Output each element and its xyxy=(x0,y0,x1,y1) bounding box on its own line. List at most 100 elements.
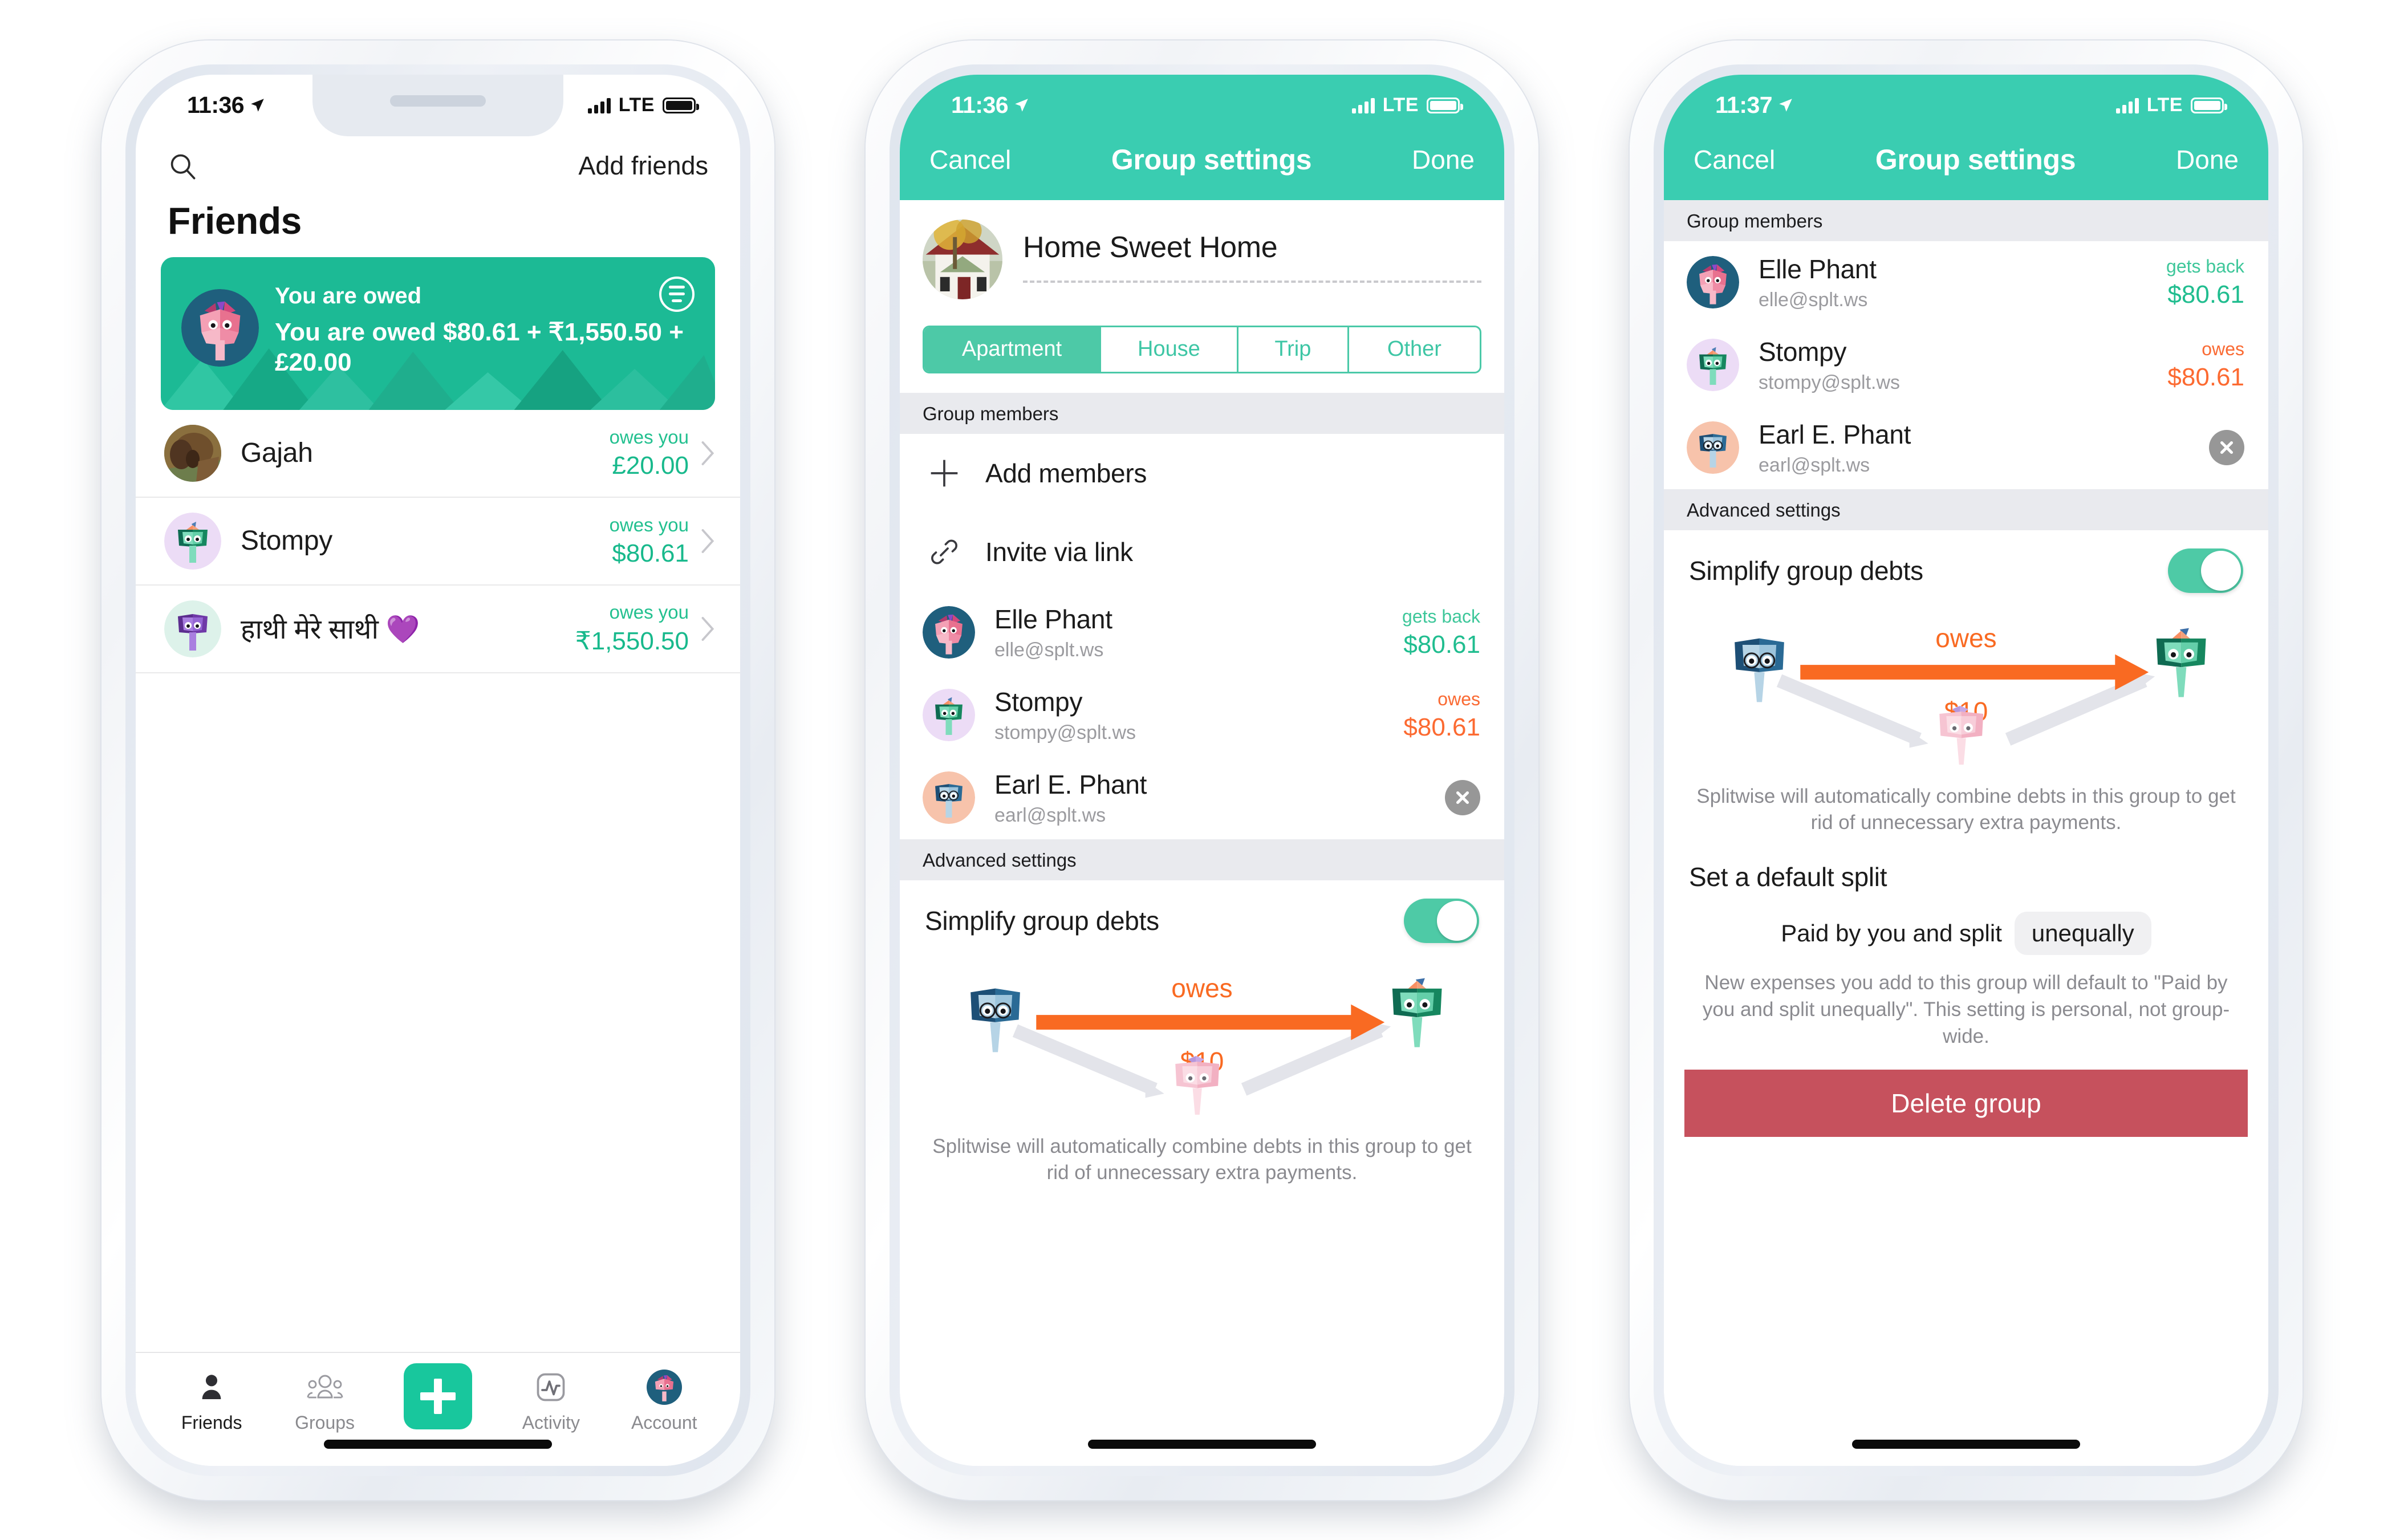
status-bar: 11:36 LTE xyxy=(136,75,740,136)
member-row-elle[interactable]: Elle Phant elle@splt.ws gets back $80.61 xyxy=(1664,241,2268,324)
member-email: elle@splt.ws xyxy=(1759,289,1868,311)
member-balance: gets back $80.61 xyxy=(1402,606,1480,659)
member-name: Elle Phant xyxy=(1759,254,1877,284)
friend-name: Gajah xyxy=(241,438,313,468)
tab-add-expense[interactable] xyxy=(384,1363,492,1429)
stompy-avatar-icon xyxy=(1687,339,1739,391)
member-row-stompy[interactable]: Stompy stompy@splt.ws owes $80.61 xyxy=(900,673,1504,757)
member-email: stompy@splt.ws xyxy=(1759,371,1901,393)
stompy-avatar-icon xyxy=(164,512,221,570)
tab-activity[interactable]: Activity xyxy=(497,1366,605,1433)
debt-simplification-diagram: owes $10 xyxy=(940,959,1464,1124)
member-name: Stompy xyxy=(994,686,1083,717)
signal-bars-icon xyxy=(587,97,611,113)
delete-group-button[interactable]: Delete group xyxy=(1684,1069,2248,1137)
simplify-debts-label: Simplify group debts xyxy=(925,905,1159,936)
page-title: Friends xyxy=(168,199,302,242)
plus-icon[interactable] xyxy=(403,1363,472,1429)
member-row-earl[interactable]: Earl E. Phant earl@splt.ws xyxy=(900,756,1504,839)
phone-bezel: 11:36 LTE Cancel Group settings Done Hom… xyxy=(890,64,1514,1476)
invite-link-label: Invite via link xyxy=(985,537,1133,567)
segment-trip[interactable]: Trip xyxy=(1238,327,1349,372)
member-info: Earl E. Phant earl@splt.ws xyxy=(1759,419,2209,477)
member-balance: owes $80.61 xyxy=(2167,339,2244,392)
toggle-knob xyxy=(1437,900,1477,941)
friend-balance: owes you £20.00 xyxy=(610,426,689,480)
default-split-title: Set a default split xyxy=(1689,862,1887,892)
tab-label: Groups xyxy=(295,1412,355,1433)
segment-other[interactable]: Other xyxy=(1349,327,1480,372)
add-members-button[interactable]: Add members xyxy=(900,433,1504,513)
simplify-debts-label: Simplify group debts xyxy=(1689,555,1923,586)
member-name: Earl E. Phant xyxy=(994,769,1147,799)
link-chain-icon xyxy=(923,535,966,568)
scroll-spacer xyxy=(1664,1136,2268,1466)
member-row-elle[interactable]: Elle Phant elle@splt.ws gets back $80.61 xyxy=(900,591,1504,674)
filter-menu-icon[interactable] xyxy=(659,276,695,312)
list-item[interactable]: Gajah owes you £20.00 xyxy=(136,409,740,498)
signal-bars-icon xyxy=(2115,97,2139,113)
balance-amount: ₹1,550.50 xyxy=(575,627,689,655)
default-split-note: New expenses you add to this group will … xyxy=(1702,972,2230,1048)
home-indicator xyxy=(1852,1439,2080,1449)
group-type-segmented-control: Apartment House Trip Other xyxy=(923,325,1481,373)
group-photo[interactable] xyxy=(923,219,1002,299)
status-left: 11:37 xyxy=(1715,92,1793,119)
segment-apartment[interactable]: Apartment xyxy=(924,327,1102,372)
friend-balance: owes you $80.61 xyxy=(610,514,689,568)
balance-summary-card[interactable]: You are owed You are owed $80.61 + ₹1,55… xyxy=(161,257,715,410)
friend-name: Stompy xyxy=(241,526,332,556)
member-email: earl@splt.ws xyxy=(994,804,1106,826)
purple-elephant-avatar-icon xyxy=(164,600,221,657)
balance-label: owes xyxy=(2202,338,2244,359)
cancel-button[interactable]: Cancel xyxy=(929,144,1011,175)
balance-amount: $80.61 xyxy=(1403,713,1480,741)
avatar xyxy=(181,289,259,367)
section-header-advanced-settings: Advanced settings xyxy=(1664,489,2268,530)
add-friends-button[interactable]: Add friends xyxy=(578,151,708,181)
balance-amount: $80.61 xyxy=(1403,630,1480,659)
simplify-debts-toggle[interactable] xyxy=(2168,548,2243,593)
invite-via-link-button[interactable]: Invite via link xyxy=(900,512,1504,591)
home-indicator xyxy=(324,1439,552,1449)
done-button[interactable]: Done xyxy=(2176,144,2239,175)
avatar xyxy=(1687,421,1739,474)
avatar xyxy=(1687,256,1739,308)
status-left: 11:36 xyxy=(951,92,1029,119)
cancel-button[interactable]: Cancel xyxy=(1694,144,1775,175)
simplify-debts-toggle[interactable] xyxy=(1404,898,1479,943)
nav-bar: Cancel Group settings Done xyxy=(1664,136,2268,200)
member-info: Elle Phant elle@splt.ws xyxy=(994,604,1402,661)
status-right: LTE xyxy=(587,94,699,116)
remove-member-button[interactable] xyxy=(1445,780,1480,815)
search-icon[interactable] xyxy=(168,151,197,181)
done-button[interactable]: Done xyxy=(1412,144,1475,175)
debt-simplification-diagram: owes $10 xyxy=(1704,609,2228,774)
balance-label: owes you xyxy=(609,514,689,535)
group-name-value: Home Sweet Home xyxy=(1023,230,1278,264)
tab-label: Account xyxy=(631,1412,697,1433)
list-item[interactable]: Stompy owes you $80.61 xyxy=(136,497,740,586)
segment-house[interactable]: House xyxy=(1101,327,1238,372)
battery-icon xyxy=(1427,97,1463,113)
simplify-debts-row: Simplify group debts xyxy=(1664,530,2268,603)
member-row-earl[interactable]: Earl E. Phant earl@splt.ws xyxy=(1664,406,2268,489)
nav-bar: Cancel Group settings Done xyxy=(900,136,1504,200)
split-mode-chip-button[interactable]: unequally xyxy=(2014,912,2151,956)
tab-friends[interactable]: Friends xyxy=(157,1366,266,1433)
three-phone-screenshot: 11:36 LTE Add friends Friends You are ow… xyxy=(0,0,2404,1540)
tab-account[interactable]: Account xyxy=(610,1366,718,1433)
network-label: LTE xyxy=(618,94,655,116)
avatar xyxy=(1687,339,1739,391)
list-item[interactable]: हाथी मेरे साथी 💜 owes you ₹1,550.50 xyxy=(136,585,740,673)
earl-e-phant-avatar-icon xyxy=(1687,421,1739,474)
empty-list-area xyxy=(136,673,740,1352)
elle-phant-avatar-icon xyxy=(923,606,975,659)
group-name-field[interactable]: Home Sweet Home xyxy=(1023,230,1481,289)
tab-groups[interactable]: Groups xyxy=(271,1366,379,1433)
remove-member-button[interactable] xyxy=(2209,430,2244,465)
avatar xyxy=(164,424,221,482)
status-left: 11:36 xyxy=(187,92,265,119)
member-info: Earl E. Phant earl@splt.ws xyxy=(994,769,1445,827)
member-row-stompy[interactable]: Stompy stompy@splt.ws owes $80.61 xyxy=(1664,323,2268,407)
